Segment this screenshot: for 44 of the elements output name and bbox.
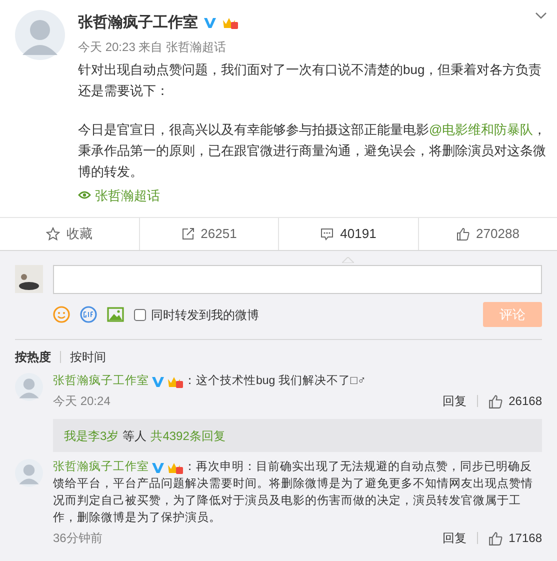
- repost-checkbox[interactable]: [134, 308, 146, 320]
- comment-input[interactable]: [53, 265, 542, 294]
- post-meta: 今天 20:23 来自 张哲瀚超话: [78, 38, 228, 56]
- chevron-down-icon[interactable]: [535, 12, 547, 20]
- comment-text: 张哲瀚疯子工作室 ：再次申明：目前确实出现了无法规避的自动点赞，同步已明确反馈给平台，平台产品问题解决需要时间。将删除微博是为了避免更多不知情网友出现点赞情况而判定自己被买赞，为了降低对于演员及电影的伤害而做的决定，演员转发官微属于工作，删除微博是为了保护演员。: [53, 459, 534, 526]
- star-icon: [46, 227, 60, 241]
- action-button[interactable]: 270288: [456, 224, 520, 244]
- action-button[interactable]: 收藏: [46, 224, 92, 244]
- crown-badge-icon: [167, 374, 184, 388]
- gif-icon[interactable]: [80, 306, 97, 323]
- thumbs-up-icon: [456, 227, 470, 241]
- crown-badge-icon: [167, 460, 184, 474]
- post-text: 今日是官宣日，很高兴以及有幸能够参与拍摄这部正能量电影@电影维和防暴队，秉承作品第一的原则，已在跟官微进行商量沟通，避免误会，将删除演员对这条微博的转发。: [78, 120, 548, 180]
- avatar-icon: [15, 373, 43, 401]
- repost-label: 同时转发到我的微博: [151, 306, 259, 324]
- replies-middle: 等人: [122, 428, 147, 444]
- thumbs-up-icon: [488, 530, 503, 546]
- image-icon[interactable]: [107, 307, 124, 322]
- verified-icon: [151, 374, 165, 388]
- comment-time: 今天 20:24: [53, 393, 112, 410]
- comment-time: 36分钟前: [53, 530, 104, 547]
- post-text: 针对出现自动点赞问题，我们面对了一次有口说不清楚的bug，但秉着对各方负责还是需要说下：: [78, 60, 543, 100]
- thumbs-up-icon: [488, 394, 503, 408]
- eye-icon: [78, 190, 91, 200]
- comment-icon: [320, 227, 334, 241]
- share-icon: [180, 227, 195, 241]
- pointer-icon: [342, 257, 354, 263]
- crown-badge-icon: [222, 16, 239, 30]
- sort-tab[interactable]: 按热度: [15, 348, 51, 366]
- reply-button[interactable]: 回复: [442, 529, 467, 547]
- user-avatar-icon: [15, 265, 43, 293]
- avatar-icon: [15, 459, 43, 487]
- action-button[interactable]: 26251: [180, 224, 237, 244]
- smiley-icon[interactable]: [53, 306, 70, 323]
- author-name[interactable]: 张哲瀚疯子工作室: [78, 12, 198, 34]
- verified-icon: [203, 16, 217, 30]
- verified-icon: [151, 460, 165, 474]
- avatar-icon: [15, 10, 65, 60]
- comment-text: 张哲瀚疯子工作室 ：这个技术性bug 我们解决不了□♂: [53, 373, 367, 390]
- action-button[interactable]: 40191: [320, 224, 376, 244]
- sort-tab[interactable]: 按时间: [70, 348, 106, 366]
- like-button[interactable]: 26168: [488, 392, 542, 410]
- reply-button[interactable]: 回复: [442, 392, 467, 410]
- like-button[interactable]: 17168: [488, 529, 542, 547]
